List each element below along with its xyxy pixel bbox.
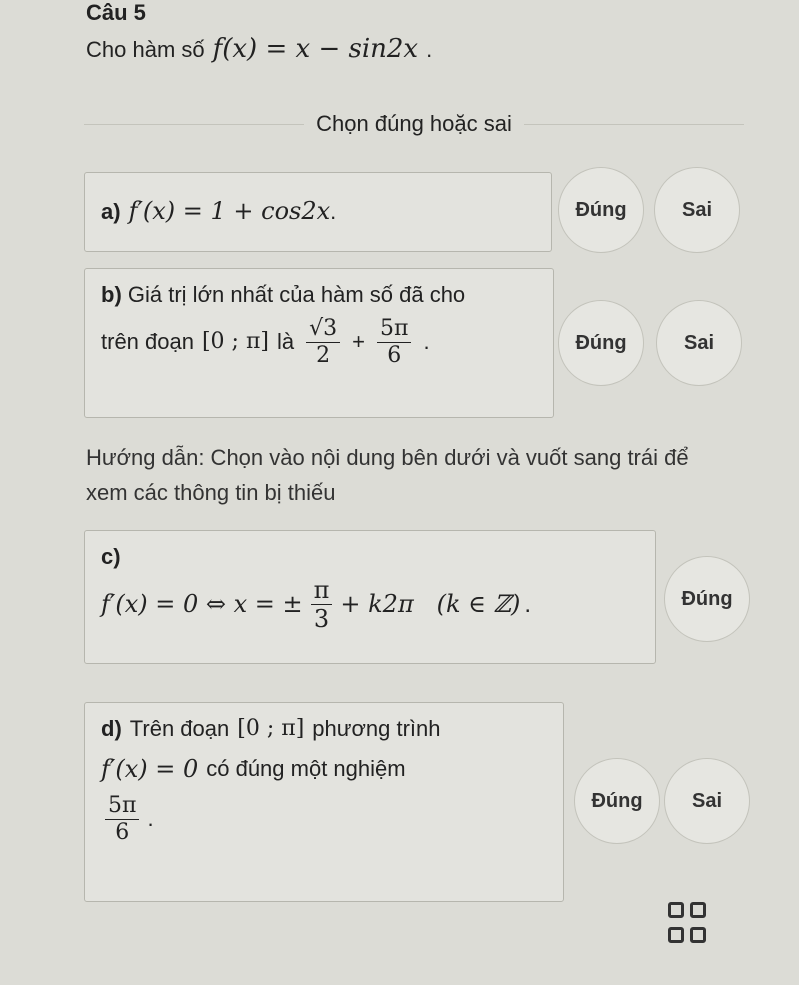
question-prefix: Cho hàm số <box>86 37 205 62</box>
statement-d-suffix: . <box>147 806 154 832</box>
statement-d-box[interactable]: d) Trên đoạn [0 ; π] phương trình f′(x) … <box>84 702 564 902</box>
statement-c-math-left: f′(x) = 0 ⇔ x = ± <box>101 590 303 619</box>
question-number: Câu 5 <box>86 0 146 25</box>
statement-b-text-is: là <box>277 329 295 355</box>
question-suffix: . <box>426 37 433 62</box>
statement-b-label: b) <box>101 282 122 307</box>
statement-c-true-button[interactable]: Đúng <box>664 556 750 642</box>
statement-d-label: d) <box>101 716 122 741</box>
statement-c-math-right: + k2π (k ∈ ℤ) <box>340 590 521 619</box>
statement-b-plus: + <box>352 329 365 355</box>
statement-d-text-eq: phương trình <box>312 716 441 741</box>
statement-a-false-button[interactable]: Sai <box>654 167 740 253</box>
statement-d-interval: [0 ; π] <box>237 716 305 741</box>
statement-a-math: f′(x) = 1 + cos2x <box>128 197 331 226</box>
statement-b-suffix: . <box>423 329 430 355</box>
statement-d-false-button[interactable]: Sai <box>664 758 750 844</box>
statement-b-box[interactable]: b) Giá trị lớn nhất của hàm số đã cho tr… <box>84 268 554 418</box>
statement-b-text-on: trên đoạn <box>101 329 194 355</box>
hint-text: Hướng dẫn: Chọn vào nội dung bên dưới và… <box>86 445 689 506</box>
function-formula: f(x) = x − sin2x <box>212 34 419 64</box>
statement-a-box[interactable]: a) f′(x) = 1 + cos2x . <box>84 172 552 252</box>
statement-b-text-line1: Giá trị lớn nhất của hàm số đã cho <box>127 282 466 307</box>
statement-a-true-button[interactable]: Đúng <box>558 167 644 253</box>
question-text: Cho hàm số f(x) = x − sin2x . <box>86 34 432 64</box>
statement-d-text-has: có đúng một nghiệm <box>206 755 406 781</box>
statement-a-suffix: . <box>330 198 337 224</box>
statement-a-label: a) <box>101 198 121 224</box>
statement-b-interval: [0 ; π] <box>201 329 269 355</box>
statement-b-fraction-2: 5π 6 <box>377 316 412 370</box>
statement-d-text-on: Trên đoạn <box>129 716 230 741</box>
statement-c-fraction: π 3 <box>310 576 333 635</box>
statement-b-false-button[interactable]: Sai <box>656 300 742 386</box>
statement-d-fraction: 5π 6 <box>105 793 140 847</box>
statement-d-true-button[interactable]: Đúng <box>574 758 660 844</box>
statement-d-math-eq: f′(x) = 0 <box>101 754 199 783</box>
statement-c-suffix: . <box>524 591 532 619</box>
statement-c-box[interactable]: c) f′(x) = 0 ⇔ x = ± π 3 + k2π (k ∈ ℤ) . <box>84 530 656 664</box>
statement-b-fraction-1: √3 2 <box>306 316 341 370</box>
grid-menu-icon[interactable] <box>668 902 712 946</box>
instruction-text: Chọn đúng hoặc sai <box>316 111 512 136</box>
statement-c-label: c) <box>101 544 121 569</box>
instruction-divider: Chọn đúng hoặc sai <box>84 104 745 144</box>
statement-b-true-button[interactable]: Đúng <box>558 300 644 386</box>
